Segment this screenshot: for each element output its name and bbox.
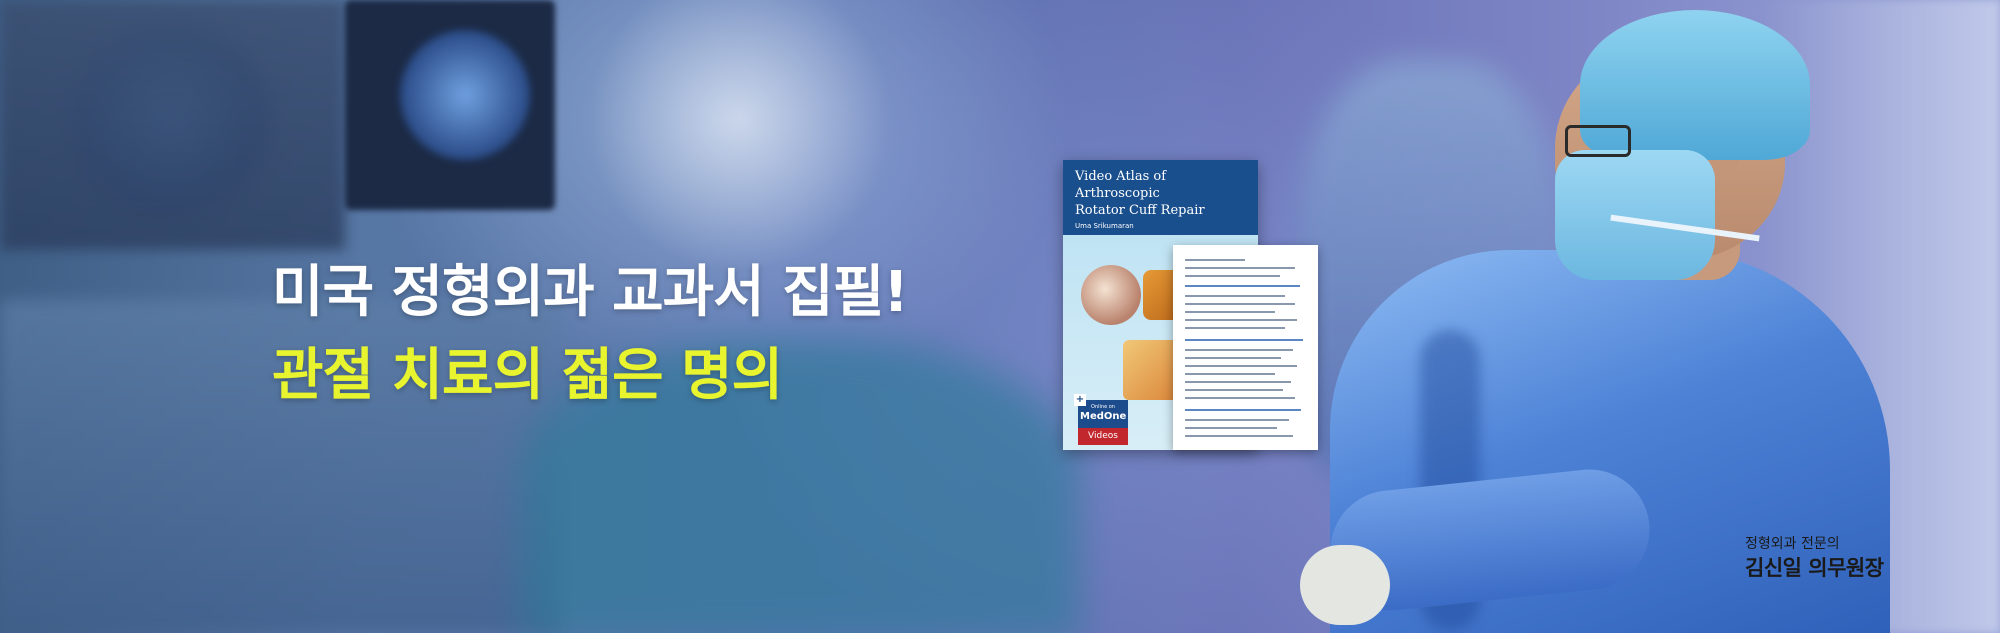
contents-line: [1185, 349, 1293, 351]
doctor-name: 김신일 의무원장: [1745, 556, 1884, 580]
contents-line: [1185, 327, 1285, 329]
contents-line: [1185, 339, 1303, 341]
medone-badge: + Online on MedOne Videos: [1074, 394, 1128, 445]
surgeon-glasses: [1565, 125, 1631, 157]
book-contents-page: [1173, 245, 1318, 450]
videos-label: Videos: [1078, 428, 1128, 445]
contents-line: [1185, 409, 1301, 411]
contents-line: [1185, 275, 1280, 277]
book-title: Video Atlas of Arthroscopic Rotator Cuff…: [1075, 169, 1205, 218]
surgical-glove: [1300, 545, 1390, 625]
contents-line: [1185, 319, 1297, 321]
contents-line: [1185, 365, 1297, 367]
surgical-mask: [1555, 150, 1715, 280]
medone-label: MedOne: [1080, 411, 1127, 422]
light-glow: [570, 0, 910, 280]
headline-line2: 관절 치료의 젊은 명의: [272, 343, 783, 408]
contents-line: [1185, 419, 1289, 421]
contents-line: [1185, 435, 1293, 437]
contents-line: [1185, 285, 1300, 287]
contents-line: [1185, 267, 1295, 269]
contents-line: [1185, 357, 1281, 359]
arthroscopy-image: [1081, 265, 1141, 325]
contents-line: [1185, 259, 1245, 261]
medone-badge-top: Online on: [1091, 404, 1115, 410]
contents-line: [1185, 389, 1283, 391]
book-author: Uma Srikumaran: [1075, 222, 1134, 230]
headline-line1: 미국 정형외과 교과서 집필!: [272, 260, 909, 325]
background-monitor: [0, 0, 345, 250]
book-cover-header: Video Atlas of Arthroscopic Rotator Cuff…: [1063, 160, 1258, 235]
contents-line: [1185, 397, 1295, 399]
contents-line: [1185, 381, 1291, 383]
contents-line: [1185, 373, 1275, 375]
contents-line: [1185, 311, 1275, 313]
contents-line: [1185, 427, 1277, 429]
contents-line: [1185, 303, 1295, 305]
contents-line: [1185, 295, 1285, 297]
endoscopy-view: [400, 30, 530, 160]
doctor-title: 정형외과 전문의: [1745, 536, 1840, 552]
hero-banner: Video Atlas of Arthroscopic Rotator Cuff…: [0, 0, 2000, 633]
